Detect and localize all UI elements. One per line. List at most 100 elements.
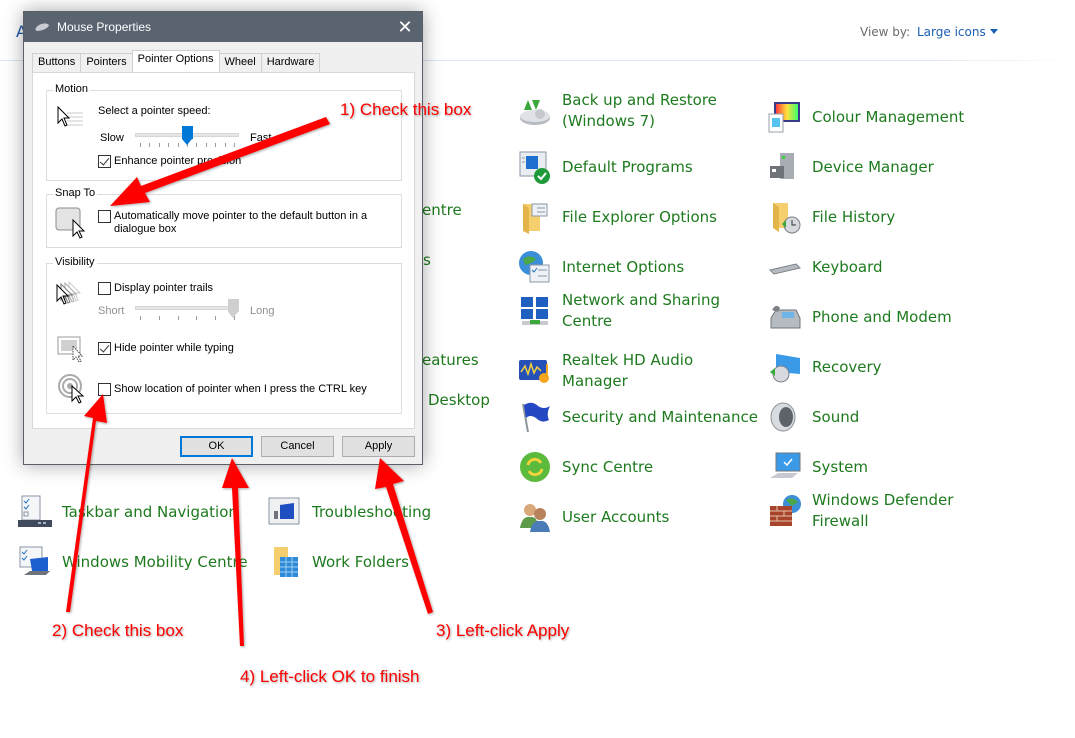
- cp-item-label: Windows Defender Firewall: [812, 491, 954, 530]
- troubleshooting-icon: [268, 495, 302, 529]
- pointer-trails-label: Display pointer trails: [114, 282, 214, 294]
- tab-buttons[interactable]: Buttons: [32, 53, 82, 72]
- cp-item-phone-modem[interactable]: Phone and Modem: [768, 300, 1012, 334]
- cp-item-label: Troubleshooting: [312, 502, 432, 521]
- trails-short-label: Short: [98, 305, 125, 317]
- tab-pointers[interactable]: Pointers: [80, 53, 133, 72]
- cancel-button[interactable]: Cancel: [261, 436, 334, 457]
- apply-button[interactable]: Apply: [342, 436, 415, 457]
- cp-item-windows-mobility-centre[interactable]: Windows Mobility Centre: [18, 545, 262, 579]
- cp-item-label: Keyboard: [812, 257, 883, 276]
- trail-length-ticks: [140, 316, 235, 321]
- cp-item-backup-restore[interactable]: Back up and Restore (Windows 7): [518, 90, 762, 132]
- pointer-speed-label: Select a pointer speed:: [98, 105, 211, 117]
- cp-item-file-explorer-options[interactable]: File Explorer Options: [518, 200, 762, 234]
- cp-item-windows-defender-firewall[interactable]: Windows Defender Firewall: [768, 490, 1012, 532]
- cp-item-label: User Accounts: [562, 507, 670, 526]
- cp-item-partial-features[interactable]: eatures: [422, 350, 502, 371]
- auto-move-pointer-label-line2: dialogue box: [114, 223, 177, 235]
- tab-bar: Buttons Pointers Pointer Options Wheel H…: [32, 50, 321, 72]
- cp-item-security-maintenance[interactable]: Security and Maintenance: [518, 400, 762, 434]
- cp-item-sync-centre[interactable]: Sync Centre: [518, 450, 762, 484]
- hide-pointer-typing-label: Hide pointer while typing: [114, 342, 234, 354]
- auto-move-pointer-checkbox[interactable]: [98, 210, 111, 223]
- colour-management-icon: [768, 100, 802, 134]
- cp-item-default-programs[interactable]: Default Programs: [518, 150, 762, 184]
- cp-item-partial-centre[interactable]: entre: [422, 200, 482, 221]
- cp-item-partial-desktop[interactable]: Desktop: [428, 390, 508, 411]
- trail-length-slider-thumb[interactable]: [228, 299, 239, 318]
- annotation-note-1: 1) Check this box: [340, 100, 472, 119]
- mouse-properties-dialog: Mouse Properties ✕ Buttons Pointers Poin…: [23, 11, 423, 465]
- firewall-icon: [768, 494, 802, 528]
- show-location-ctrl-checkbox[interactable]: [98, 383, 111, 396]
- phone-modem-icon: [768, 300, 802, 334]
- cp-item-sound[interactable]: Sound: [768, 400, 1012, 434]
- cp-item-realtek-audio[interactable]: Realtek HD Audio Manager: [518, 350, 762, 392]
- cp-item-label: File Explorer Options: [562, 207, 717, 226]
- cp-item-label: Network and Sharing Centre: [562, 291, 720, 330]
- cp-item-user-accounts[interactable]: User Accounts: [518, 500, 762, 534]
- snap-to-group: Snap To Automatically move pointer to th…: [46, 187, 402, 248]
- dialog-titlebar[interactable]: Mouse Properties ✕: [24, 12, 422, 42]
- tab-pointer-options[interactable]: Pointer Options: [131, 50, 220, 72]
- auto-move-pointer-label-line1: Automatically move pointer to the defaul…: [114, 210, 368, 222]
- cp-item-label: Internet Options: [562, 257, 685, 276]
- trail-length-track[interactable]: [135, 306, 239, 310]
- cp-item-recovery[interactable]: Recovery: [768, 350, 1012, 384]
- cp-item-network-sharing[interactable]: Network and Sharing Centre: [518, 290, 762, 332]
- tab-hardware[interactable]: Hardware: [260, 53, 321, 72]
- view-by-value: Large icons: [917, 25, 986, 39]
- security-flag-icon: [518, 400, 552, 434]
- visibility-group-label: Visibility: [53, 256, 97, 268]
- cp-item-colour-management[interactable]: Colour Management: [768, 100, 1012, 134]
- arrow-3-icon: [375, 458, 433, 614]
- cp-item-label: System: [812, 457, 868, 476]
- cp-item-label: Realtek HD Audio Manager: [562, 351, 694, 390]
- pointer-options-panel: Motion Select a pointer speed: Slow Fast…: [32, 72, 415, 429]
- close-button[interactable]: ✕: [388, 12, 422, 42]
- trails-long-label: Long: [250, 305, 275, 317]
- cp-item-label: Phone and Modem: [812, 307, 952, 326]
- system-icon: [768, 450, 802, 484]
- tab-wheel[interactable]: Wheel: [218, 53, 262, 72]
- cp-item-label: Security and Maintenance: [562, 407, 758, 426]
- cp-item-keyboard[interactable]: Keyboard: [768, 250, 1012, 284]
- enhance-precision-checkbox[interactable]: [98, 155, 111, 168]
- dialog-title: Mouse Properties: [57, 20, 152, 34]
- pointer-speed-slider-thumb[interactable]: [181, 126, 193, 145]
- cp-item-internet-options[interactable]: Internet Options: [518, 250, 762, 284]
- cp-item-work-folders[interactable]: Work Folders: [268, 545, 512, 579]
- motion-group-label: Motion: [53, 83, 91, 95]
- recovery-icon: [768, 350, 802, 384]
- ok-button[interactable]: OK: [180, 436, 253, 457]
- cp-item-file-history[interactable]: File History: [768, 200, 1012, 234]
- cp-item-device-manager[interactable]: Device Manager: [768, 150, 1012, 184]
- hide-pointer-icon: [57, 336, 87, 368]
- snap-to-icon: [55, 207, 89, 243]
- hide-pointer-typing-checkbox[interactable]: [98, 342, 111, 355]
- mouse-icon: [34, 21, 50, 33]
- view-by-dropdown[interactable]: Large icons: [917, 25, 998, 39]
- cp-item-label: Sound: [812, 407, 860, 426]
- cp-item-taskbar-navigation[interactable]: Taskbar and Navigation: [18, 495, 262, 529]
- pointer-trails-checkbox[interactable]: [98, 282, 111, 295]
- cp-item-troubleshooting[interactable]: Troubleshooting: [268, 495, 512, 529]
- view-by-label: View by:: [860, 25, 911, 39]
- internet-options-icon: [518, 250, 552, 284]
- pointer-speed-icon: [55, 105, 85, 135]
- cp-item-label: Work Folders: [312, 552, 409, 571]
- show-location-ctrl-label: Show location of pointer when I press th…: [114, 383, 367, 395]
- cp-item-label: Default Programs: [562, 157, 693, 176]
- cp-item-system[interactable]: System: [768, 450, 1012, 484]
- cp-item-label: Windows Mobility Centre: [62, 552, 248, 571]
- speed-slow-label: Slow: [100, 132, 124, 144]
- visibility-group: Visibility Display pointer trails Short …: [46, 256, 402, 414]
- sync-centre-icon: [518, 450, 552, 484]
- device-manager-icon: [768, 150, 802, 184]
- cp-item-partial-s[interactable]: s: [423, 250, 443, 271]
- cp-item-label: Sync Centre: [562, 457, 654, 476]
- realtek-audio-icon: [518, 354, 552, 388]
- mobility-centre-icon: [18, 545, 52, 579]
- network-sharing-icon: [518, 294, 552, 328]
